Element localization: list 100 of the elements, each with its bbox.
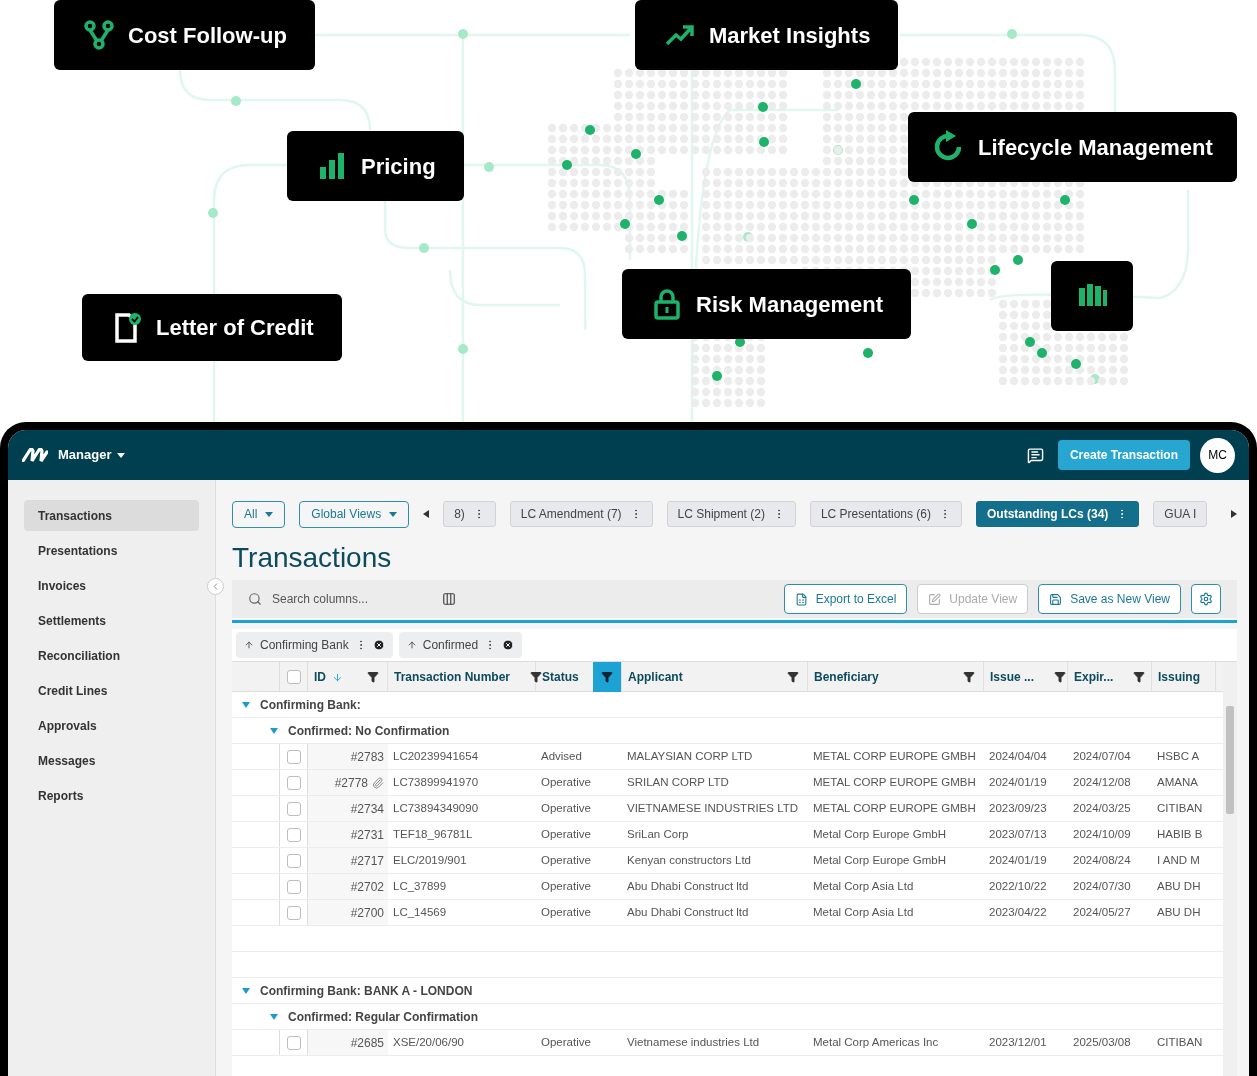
- id-cell-text: #2685: [350, 1034, 384, 1052]
- settings-button[interactable]: [1191, 584, 1221, 614]
- table-cell-text: Operative: [540, 878, 592, 894]
- id-cell-text: #2717: [350, 852, 384, 870]
- sidebar-item[interactable]: Presentations: [24, 535, 199, 566]
- table-cell-text: 2023/07/13: [988, 826, 1048, 842]
- column-header[interactable]: Issuing: [1158, 668, 1200, 686]
- sidebar-item[interactable]: Transactions: [24, 500, 199, 531]
- column-header[interactable]: Applicant: [628, 668, 683, 686]
- table-cell-text: HSBC A: [1156, 748, 1201, 764]
- table-cell-text: SriLan Corp: [626, 826, 690, 842]
- filter-dropdown[interactable]: Global Views: [299, 500, 410, 528]
- table-cell-text: Advised: [540, 748, 583, 764]
- table-cell-text: I AND M: [1156, 852, 1201, 868]
- id-cell-text: #2734: [350, 800, 384, 818]
- filter-dropdown[interactable]: All: [232, 500, 286, 528]
- group-chip[interactable]: Confirming Bank: [236, 632, 393, 658]
- caret-icon: [389, 511, 398, 517]
- chat-icon[interactable]: [1026, 446, 1044, 464]
- view-tab[interactable]: LC Presentations (6): [809, 501, 962, 527]
- caret-icon: [265, 511, 274, 517]
- sidebar-item[interactable]: Messages: [24, 745, 199, 776]
- table-cell-text: Operative: [540, 826, 592, 842]
- sidebar-item[interactable]: Reports: [24, 780, 199, 811]
- column-header[interactable]: Status: [542, 668, 579, 686]
- table-cell-text: Operative: [540, 1034, 592, 1050]
- search-icon: [248, 592, 262, 606]
- view-tab[interactable]: LC Amendment (7): [509, 501, 653, 527]
- scroll-right-icon[interactable]: [1231, 510, 1237, 518]
- table-cell-text: Kenyan constructors Ltd: [626, 852, 752, 868]
- view-tab[interactable]: 8): [443, 501, 496, 527]
- remove-icon[interactable]: [372, 639, 385, 651]
- search-field[interactable]: Search columns...: [272, 590, 432, 608]
- row-checkbox[interactable]: [286, 853, 301, 868]
- toolbar-button[interactable]: Export to Excel: [783, 584, 908, 614]
- column-header[interactable]: Beneficiary: [814, 668, 879, 686]
- row-checkbox[interactable]: [286, 775, 301, 790]
- view-tab[interactable]: Outstanding LCs (34): [976, 501, 1140, 527]
- table-cell-text: XSE/20/06/90: [392, 1034, 465, 1050]
- table-cell-text: Metal Corp Americas Inc: [812, 1034, 940, 1050]
- settings-icon: [1199, 592, 1213, 606]
- row-checkbox[interactable]: [286, 670, 301, 684]
- branch-icon: [82, 18, 116, 52]
- sidebar-item[interactable]: Invoices: [24, 570, 199, 601]
- manager-menu[interactable]: Manager: [58, 445, 126, 465]
- table-cell-text: HABIB B: [1156, 826, 1204, 842]
- row-checkbox[interactable]: [286, 905, 301, 920]
- chip-label: Confirmed: [422, 637, 479, 654]
- sidebar-item[interactable]: Approvals: [24, 710, 199, 741]
- table-cell-text: Operative: [540, 774, 592, 790]
- table-cell-text: 2024/08/24: [1072, 852, 1132, 868]
- remove-icon[interactable]: [502, 639, 515, 651]
- table-cell-text: METAL CORP EUROPE GMBH: [812, 800, 977, 816]
- row-checkbox[interactable]: [286, 749, 301, 764]
- scroll-left-icon[interactable]: [423, 510, 430, 518]
- table-cell-text: Metal Corp Asia Ltd: [812, 878, 915, 894]
- column-header[interactable]: Issue ...: [990, 668, 1035, 686]
- expanded-caret-icon[interactable]: [242, 701, 250, 708]
- table-cell-text: 2025/03/08: [1072, 1034, 1132, 1050]
- column-header[interactable]: Expir...: [1074, 668, 1114, 686]
- scrollbar[interactable]: [1223, 662, 1237, 1076]
- expanded-caret-icon[interactable]: [242, 987, 250, 994]
- table-cell-text: LC_37899: [392, 878, 448, 894]
- table-cell-text: AMANA: [1156, 774, 1199, 790]
- table-cell-text: Operative: [540, 852, 592, 868]
- avatar[interactable]: MC: [1200, 437, 1235, 473]
- filter-icon[interactable]: [593, 662, 621, 692]
- table-cell-text: Abu Dhabi Construct ltd: [626, 878, 750, 894]
- feature-label: Lifecycle Management: [978, 133, 1213, 162]
- row-checkbox[interactable]: [286, 801, 301, 816]
- table-cell-text: Operative: [540, 904, 592, 920]
- columns-icon[interactable]: [442, 592, 456, 606]
- row-checkbox[interactable]: [286, 879, 301, 894]
- expanded-caret-icon[interactable]: [270, 727, 278, 734]
- feature-label: Pricing: [361, 152, 436, 181]
- table-cell-text: 2024/10/09: [1072, 826, 1132, 842]
- table-cell-text: 2024/05/27: [1072, 904, 1132, 920]
- view-tab[interactable]: LC Shipment (2): [666, 501, 796, 527]
- sidebar-item[interactable]: Credit Lines: [24, 675, 199, 706]
- page-title: Transactions: [232, 541, 393, 575]
- expanded-caret-icon[interactable]: [270, 1013, 278, 1020]
- group-chip[interactable]: Confirmed: [398, 632, 523, 658]
- row-checkbox[interactable]: [286, 1035, 301, 1050]
- view-tab[interactable]: GUA I: [1153, 501, 1208, 527]
- table-cell-text: 2024/01/19: [988, 852, 1048, 868]
- table-cell-text: 2023/04/22: [988, 904, 1048, 920]
- column-header[interactable]: ID: [314, 668, 343, 686]
- table-cell-text: Operative: [540, 800, 592, 816]
- table-cell-text: SRILAN CORP LTD: [626, 774, 730, 790]
- table-cell-text: 2023/09/23: [988, 800, 1048, 816]
- sidebar-item[interactable]: Reconciliation: [24, 640, 199, 671]
- table-cell-text: Abu Dhabi Construct ltd: [626, 904, 750, 920]
- row-checkbox[interactable]: [286, 827, 301, 842]
- feature-label: Cost Follow-up: [128, 21, 287, 50]
- table-cell-text: 2024/12/08: [1072, 774, 1132, 790]
- toolbar-button[interactable]: Save as New View: [1038, 584, 1181, 614]
- table-cell-text: LC73899941970: [392, 774, 480, 790]
- sidebar-item[interactable]: Settlements: [24, 605, 199, 636]
- column-header[interactable]: Transaction Number: [394, 668, 511, 686]
- table-cell-text: METAL CORP EUROPE GMBH: [812, 774, 977, 790]
